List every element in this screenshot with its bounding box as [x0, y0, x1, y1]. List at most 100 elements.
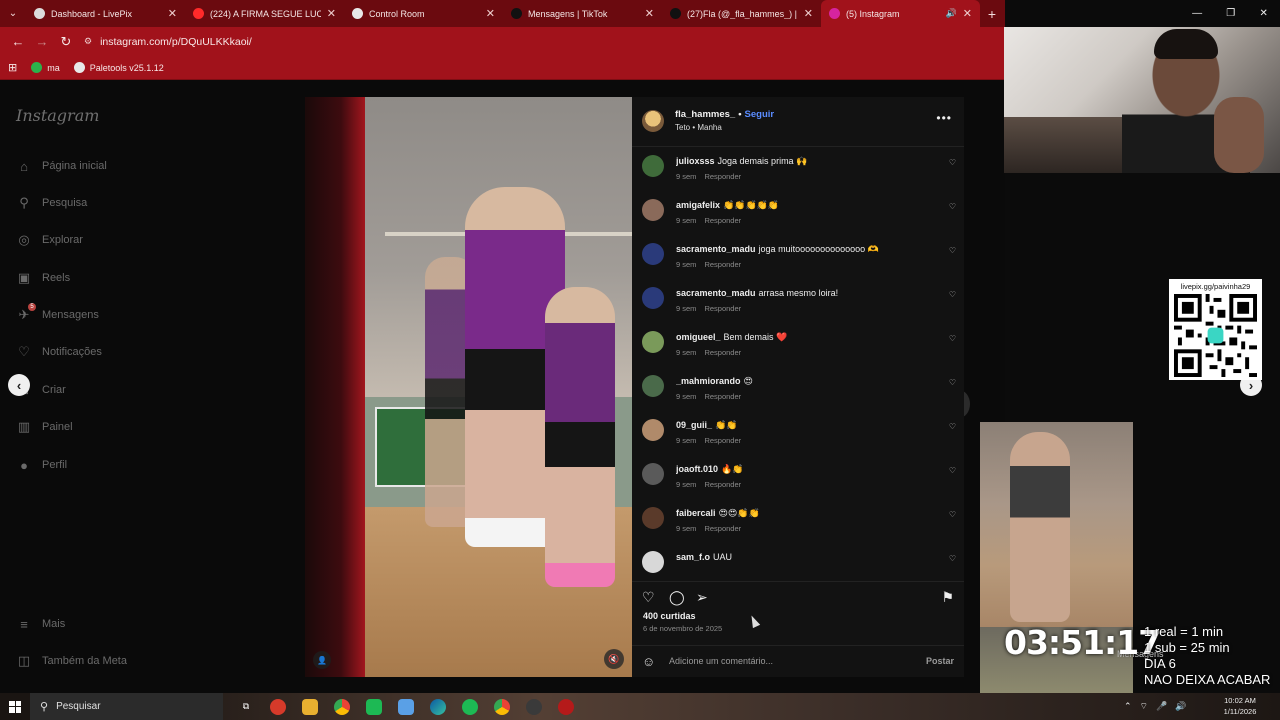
save-icon[interactable]: ⚑	[941, 589, 954, 606]
bookmark[interactable]: Paletools v25.1.12	[73, 62, 164, 73]
commenter-username[interactable]: 09_guii_	[676, 420, 712, 430]
follow-button[interactable]: Seguir	[745, 109, 775, 120]
new-tab-button[interactable]: +	[980, 6, 1004, 22]
commenter-avatar[interactable]	[642, 551, 664, 573]
minimize-icon[interactable]: —	[1192, 8, 1202, 19]
comments-list[interactable]: julioxsss Joga demais prima 🙌 9 sem Respond…	[632, 149, 964, 581]
commenter-username[interactable]: sacramento_madu	[676, 244, 756, 254]
commenter-username[interactable]: _mahmiorando	[676, 376, 741, 386]
post-image[interactable]: 👤 🔇	[305, 97, 632, 677]
spotify-icon[interactable]	[462, 698, 478, 715]
tab-audio-icon[interactable]: 🔊	[946, 8, 957, 19]
close-tab-icon[interactable]: ✕	[645, 7, 654, 20]
like-comment-icon[interactable]: ♡	[949, 158, 956, 167]
author-avatar[interactable]	[642, 110, 664, 132]
site-info-icon[interactable]: ⚙	[84, 36, 92, 47]
sidebar-item-compass[interactable]: ◎ Explorar	[16, 232, 83, 248]
edge-icon[interactable]	[430, 698, 446, 715]
tab-search-icon[interactable]: ⌄	[0, 0, 26, 27]
sidebar-item-profile[interactable]: ● Perfil	[16, 457, 67, 473]
commenter-avatar[interactable]	[642, 419, 664, 441]
like-comment-icon[interactable]: ♡	[949, 202, 956, 211]
clock[interactable]: 10:02 AM 1/11/2026	[1200, 695, 1280, 717]
app-icon[interactable]	[270, 698, 286, 715]
commenter-avatar[interactable]	[642, 331, 664, 353]
post-comment-button[interactable]: Postar	[926, 656, 954, 666]
apps-grid-icon[interactable]: ⊞	[8, 61, 17, 74]
sidebar-item-messages[interactable]: ✈ 5 Mensagens	[16, 303, 99, 323]
task-view-icon[interactable]: ⧉	[238, 699, 254, 715]
reply-button[interactable]: Responder	[704, 216, 741, 225]
instagram-logo[interactable]: Instagram	[16, 106, 99, 125]
browser-tab[interactable]: Mensagens | TikTok ✕	[503, 0, 662, 27]
app-icon[interactable]	[558, 698, 574, 715]
commenter-avatar[interactable]	[642, 243, 664, 265]
sidebar-item-menu[interactable]: ≡ Mais	[16, 616, 65, 632]
commenter-avatar[interactable]	[642, 375, 664, 397]
author-username[interactable]: fla_hammes_	[675, 109, 735, 120]
volume-icon[interactable]: 🔊	[1175, 701, 1186, 712]
commenter-username[interactable]: joaoft.010	[676, 464, 718, 474]
chrome-icon[interactable]	[494, 698, 510, 715]
reply-button[interactable]: Responder	[704, 524, 741, 533]
bookmark[interactable]: ma	[31, 62, 60, 73]
chrome-icon[interactable]	[334, 698, 350, 715]
sidebar-item-meta[interactable]: ◫ Também da Meta	[16, 653, 127, 669]
close-tab-icon[interactable]: ✕	[168, 7, 177, 20]
app-icon[interactable]	[366, 698, 382, 715]
browser-tab[interactable]: (5) Instagram 🔊 ✕	[821, 0, 980, 27]
commenter-avatar[interactable]	[642, 287, 664, 309]
url-field[interactable]: ⚙ instagram.com/p/DQuULKKkaoi/	[84, 36, 252, 48]
sidebar-item-heart[interactable]: ♡ Notificações	[16, 344, 102, 360]
tagged-users-icon[interactable]: 👤	[313, 651, 331, 669]
like-comment-icon[interactable]: ♡	[949, 378, 956, 387]
like-comment-icon[interactable]: ♡	[949, 510, 956, 519]
comment-icon[interactable]: ◯	[669, 589, 685, 606]
reply-button[interactable]: Responder	[704, 304, 741, 313]
reply-button[interactable]: Responder	[704, 392, 741, 401]
reload-icon[interactable]: ↻	[54, 34, 78, 50]
file-explorer-icon[interactable]	[302, 698, 318, 715]
commenter-username[interactable]: julioxsss	[676, 156, 715, 166]
commenter-avatar[interactable]	[642, 463, 664, 485]
reply-button[interactable]: Responder	[704, 348, 741, 357]
forward-icon[interactable]: →	[30, 34, 54, 49]
emoji-icon[interactable]: ☺	[642, 654, 655, 669]
sidebar-item-home[interactable]: ⌂ Página inicial	[16, 158, 107, 174]
like-comment-icon[interactable]: ♡	[949, 334, 956, 343]
comment-input[interactable]: Adicione um comentário...	[669, 656, 773, 666]
share-icon[interactable]: ➢	[696, 589, 708, 606]
commenter-username[interactable]: amigafelix	[676, 200, 720, 210]
post-location[interactable]: Teto • Manha	[675, 123, 722, 132]
more-options-icon[interactable]: •••	[936, 111, 952, 125]
back-icon[interactable]: ←	[6, 34, 30, 49]
reply-button[interactable]: Responder	[704, 172, 741, 181]
close-window-icon[interactable]: ✕	[1259, 8, 1267, 19]
start-button[interactable]	[0, 693, 30, 720]
restore-icon[interactable]: ❐	[1226, 8, 1235, 19]
browser-tab[interactable]: Dashboard - LivePix ✕	[26, 0, 185, 27]
previous-post-icon[interactable]: ‹	[8, 374, 30, 396]
notepad-icon[interactable]	[398, 698, 414, 715]
sidebar-item-dashboard[interactable]: ▥ Painel	[16, 419, 73, 435]
close-tab-icon[interactable]: ✕	[327, 7, 336, 20]
reply-button[interactable]: Responder	[704, 480, 741, 489]
obs-icon[interactable]	[526, 698, 542, 715]
microphone-icon[interactable]: 🎤	[1156, 701, 1167, 712]
tray-expand-icon[interactable]: ⌃	[1124, 701, 1132, 712]
commenter-avatar[interactable]	[642, 155, 664, 177]
like-comment-icon[interactable]: ♡	[949, 466, 956, 475]
close-tab-icon[interactable]: ✕	[804, 7, 813, 20]
commenter-username[interactable]: faibercali	[676, 508, 716, 518]
commenter-username[interactable]: omigueel_	[676, 332, 721, 342]
sidebar-item-search[interactable]: ⚲ Pesquisa	[16, 195, 87, 211]
mute-icon[interactable]: 🔇	[604, 649, 624, 669]
reply-button[interactable]: Responder	[704, 436, 741, 445]
close-tab-icon[interactable]: ✕	[486, 7, 495, 20]
likes-count[interactable]: 400 curtidas	[643, 611, 696, 621]
like-comment-icon[interactable]: ♡	[949, 246, 956, 255]
close-tab-icon[interactable]: ✕	[963, 7, 972, 20]
commenter-username[interactable]: sam_f.o	[676, 552, 710, 562]
like-icon[interactable]: ♡	[642, 589, 655, 606]
like-comment-icon[interactable]: ♡	[949, 554, 956, 563]
